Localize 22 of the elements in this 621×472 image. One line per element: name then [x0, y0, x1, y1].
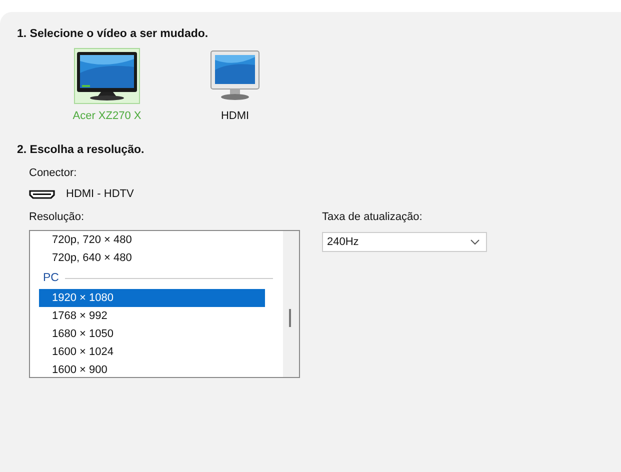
list-item[interactable]: 1768 × 992: [39, 307, 265, 325]
field-label: Taxa de atualização:: [322, 211, 424, 224]
scrollbar[interactable]: [283, 231, 299, 377]
list-item[interactable]: 720p, 640 × 480: [39, 249, 265, 267]
connector-name: HDMI - HDTV: [66, 188, 134, 201]
monitor-icon: [76, 51, 138, 101]
field-label: Resolução:: [29, 211, 86, 224]
group-header: PC: [43, 272, 59, 284]
hdmi-port-icon: [29, 190, 55, 199]
list-item[interactable]: 1600 × 900: [39, 361, 265, 377]
monitor-icon: [210, 50, 260, 102]
display-option[interactable]: HDMI: [200, 48, 270, 143]
section-heading: 1. Selecione o vídeo a ser mudado.: [17, 27, 210, 41]
list-item[interactable]: 1600 × 1024: [39, 343, 265, 361]
field-label: Conector:: [29, 167, 78, 180]
section-heading: 2. Escolha a resolução.: [17, 143, 146, 157]
chevron-down-icon: [470, 239, 480, 245]
list-item[interactable]: 1920 × 1080: [39, 289, 265, 307]
list-item[interactable]: 1680 × 1050: [39, 325, 265, 343]
list-item[interactable]: 720p, 720 × 480: [39, 231, 265, 249]
scrollbar-thumb[interactable]: [289, 309, 291, 327]
refresh-rate-dropdown[interactable]: 240Hz: [322, 232, 487, 252]
